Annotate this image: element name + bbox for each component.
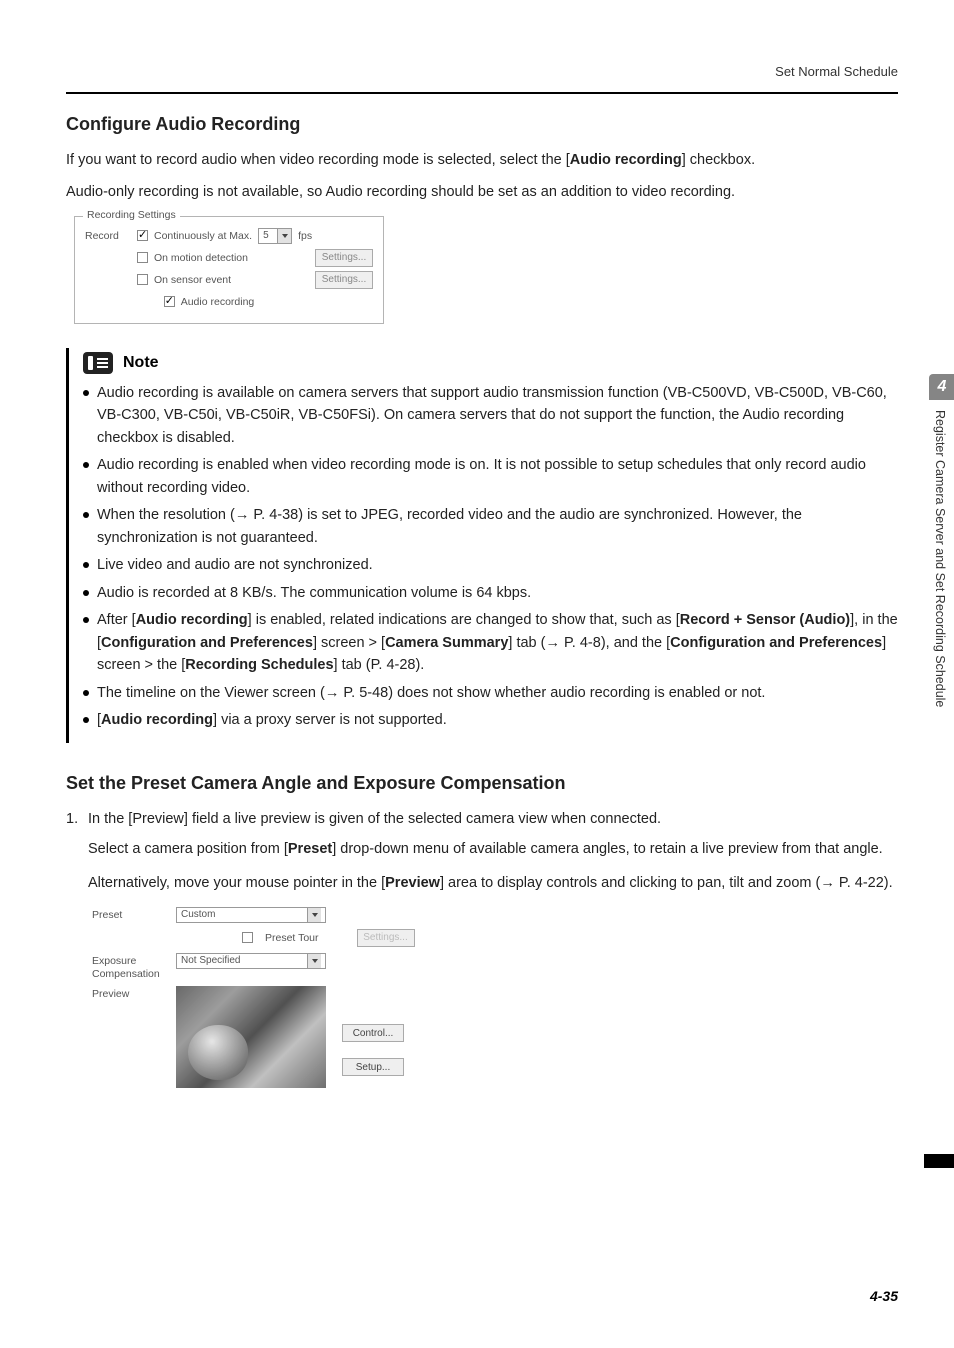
record-label: Record (85, 230, 137, 242)
paragraph: Audio-only recording is not available, s… (66, 181, 898, 203)
audio-recording-label: Audio recording (181, 296, 255, 308)
note-item: The timeline on the Viewer screen (→ P. … (83, 682, 898, 704)
chevron-down-icon (307, 954, 321, 968)
document-page: Set Normal Schedule Configure Audio Reco… (0, 0, 954, 1348)
preset-label: Preset (92, 907, 176, 921)
continuously-checkbox[interactable] (137, 230, 148, 241)
side-tab: 4 Register Camera Server and Set Recordi… (929, 374, 954, 800)
chapter-title: Register Camera Server and Set Recording… (929, 400, 951, 800)
note-item: When the resolution (→ P. 4-38) is set t… (83, 504, 898, 549)
preset-panel: Preset Custom Preset Tour Settings... Ex… (92, 907, 422, 1088)
note-icon (83, 352, 113, 374)
text: ] drop-down menu of available camera ang… (332, 841, 883, 857)
note-title: Note (123, 354, 159, 372)
text: ] screen > [ (313, 635, 385, 651)
paragraph: Alternatively, move your mouse pointer i… (88, 872, 898, 894)
sensor-label: On sensor event (154, 274, 231, 286)
text: If you want to record audio when video r… (66, 152, 570, 168)
chevron-down-icon (307, 908, 321, 922)
text: ] tab (P. 4-28). (334, 657, 425, 673)
text-bold: Configuration and Preferences (670, 635, 882, 651)
motion-checkbox[interactable] (137, 252, 148, 263)
fps-dropdown[interactable]: 5 (258, 228, 292, 244)
text-bold: Preset (288, 841, 332, 857)
note-list: Audio recording is available on camera s… (83, 382, 898, 732)
preview-image[interactable] (176, 986, 326, 1088)
divider (66, 92, 898, 94)
page-number: 4-35 (870, 1288, 898, 1304)
text: ] is enabled, related indications are ch… (248, 612, 680, 628)
paragraph: If you want to record audio when video r… (66, 149, 898, 171)
preset-settings-button[interactable]: Settings... (357, 929, 415, 947)
text-bold: Camera Summary (385, 635, 508, 651)
header-breadcrumb: Set Normal Schedule (775, 64, 898, 79)
text: Alternatively, move your mouse pointer i… (88, 875, 385, 891)
text-bold: Audio recording (570, 152, 682, 168)
section-heading-preset: Set the Preset Camera Angle and Exposure… (66, 773, 898, 794)
step-text: In the [Preview] field a live preview is… (88, 811, 661, 827)
preset-value: Custom (177, 909, 307, 920)
chevron-down-icon (277, 229, 291, 243)
paragraph: Select a camera position from [Preset] d… (88, 838, 898, 860)
preset-tour-label: Preset Tour (265, 932, 319, 944)
text-bold: Preview (385, 875, 440, 891)
continuously-label: Continuously at Max. (154, 230, 252, 242)
text: After [ (97, 612, 136, 628)
preview-label: Preview (92, 986, 176, 1000)
side-marker (924, 1154, 954, 1168)
fps-value: 5 (259, 230, 277, 241)
note-item: Audio recording is enabled when video re… (83, 454, 898, 499)
motion-label: On motion detection (154, 252, 248, 264)
exposure-label: Exposure Compensation (92, 953, 176, 980)
note-item: Audio is recorded at 8 KB/s. The communi… (83, 582, 898, 604)
step-number: 1. (66, 808, 88, 830)
sensor-checkbox[interactable] (137, 274, 148, 285)
preset-dropdown[interactable]: Custom (176, 907, 326, 923)
note-item: After [Audio recording] is enabled, rela… (83, 609, 898, 676)
section-heading-configure-audio: Configure Audio Recording (66, 114, 898, 135)
setup-button[interactable]: Setup... (342, 1058, 404, 1076)
text: Select a camera position from [ (88, 841, 288, 857)
note-item: Audio recording is available on camera s… (83, 382, 898, 449)
preset-tour-checkbox[interactable] (242, 932, 253, 943)
note-item: [Audio recording] via a proxy server is … (83, 709, 898, 731)
chapter-number: 4 (929, 374, 954, 400)
text: ] checkbox. (682, 152, 755, 168)
text-bold: Audio recording (136, 612, 248, 628)
recording-settings-panel: Recording Settings Record Continuously a… (74, 216, 384, 324)
text-bold: Audio recording (101, 712, 213, 728)
control-button[interactable]: Control... (342, 1024, 404, 1042)
ordered-step: 1.In the [Preview] field a live preview … (66, 808, 898, 895)
text: ] via a proxy server is not supported. (213, 712, 447, 728)
note-item: Live video and audio are not synchronize… (83, 554, 898, 576)
note-block: Note Audio recording is available on cam… (66, 348, 898, 743)
text-bold: Recording Schedules (185, 657, 333, 673)
text: ] tab (→ P. 4-8), and the [ (508, 635, 670, 651)
exposure-dropdown[interactable]: Not Specified (176, 953, 326, 969)
sensor-settings-button[interactable]: Settings... (315, 271, 373, 289)
exposure-value: Not Specified (177, 955, 307, 966)
text: ] area to display controls and clicking … (440, 875, 893, 891)
fps-unit-label: fps (298, 230, 312, 242)
audio-recording-checkbox[interactable] (164, 296, 175, 307)
panel-legend: Recording Settings (83, 209, 180, 221)
text-bold: Record + Sensor (Audio) (680, 612, 850, 628)
motion-settings-button[interactable]: Settings... (315, 249, 373, 267)
text-bold: Configuration and Preferences (101, 635, 313, 651)
